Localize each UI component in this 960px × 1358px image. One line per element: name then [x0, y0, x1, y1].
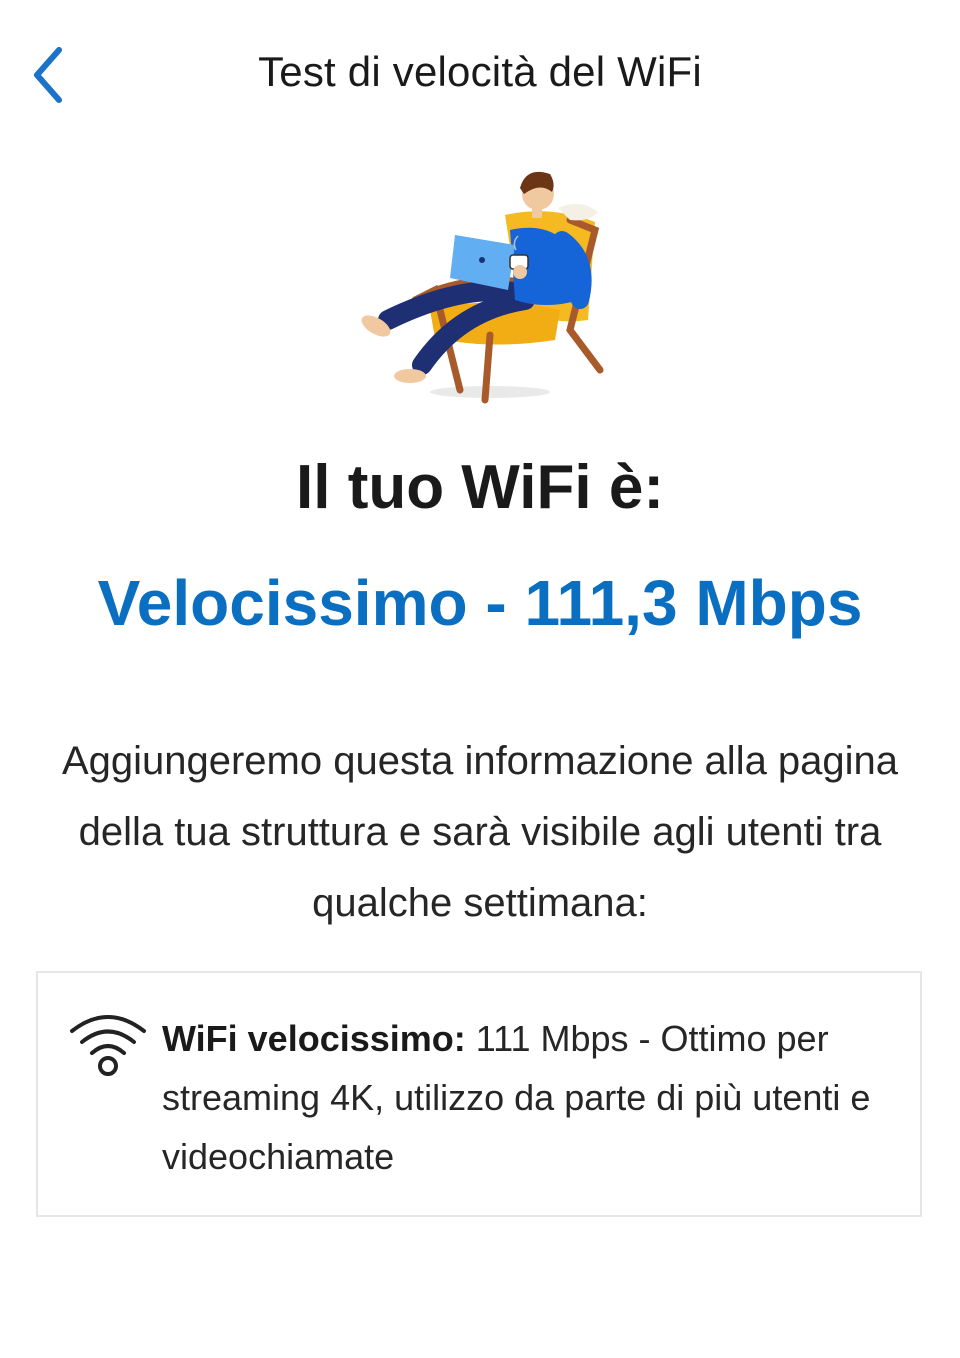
- wifi-info-title: WiFi velocissimo:: [162, 1018, 466, 1059]
- page-title: Test di velocità del WiFi: [258, 48, 702, 95]
- person-relaxing-armchair-laptop-illustration: [340, 160, 620, 410]
- navigation-bar: Test di velocità del WiFi: [0, 0, 960, 150]
- result-headline: Il tuo WiFi è:: [296, 453, 664, 522]
- wifi-info-card: WiFi velocissimo: 111 Mbps - Ottimo per …: [36, 971, 922, 1217]
- wifi-info-text: WiFi velocissimo: 111 Mbps - Ottimo per …: [162, 1009, 902, 1186]
- speed-result-label: Velocissimo - 111,3 Mbps: [97, 567, 863, 639]
- wifi-icon: [68, 1009, 148, 1079]
- description-text: Aggiungeremo questa informazione alla pa…: [61, 739, 899, 925]
